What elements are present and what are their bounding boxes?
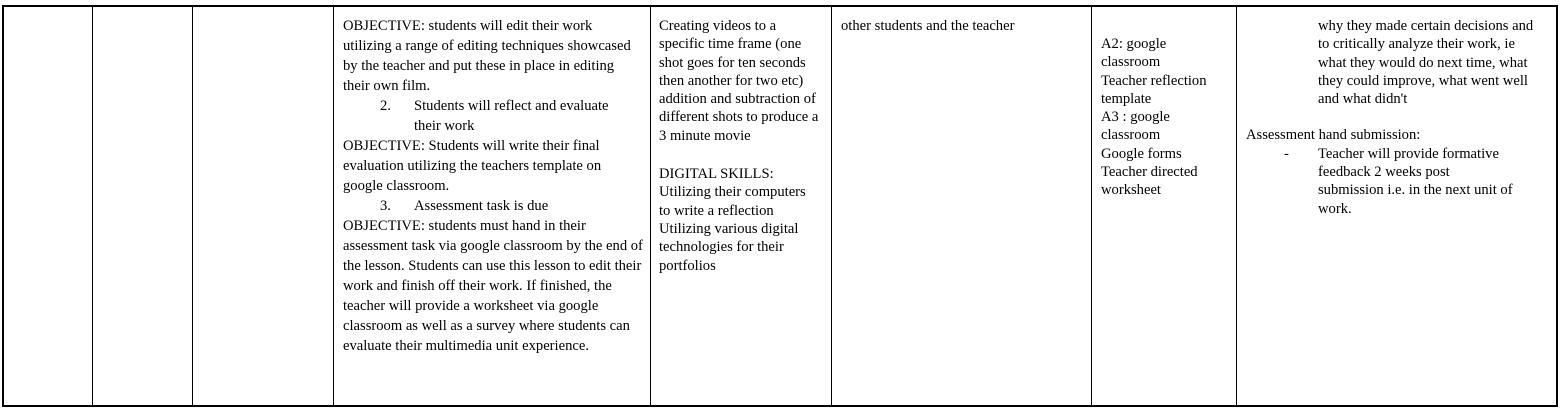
empty-cell-1 [4,7,92,405]
assessment-cell: why they made certain decisions and to c… [1246,17,1556,218]
objective-paragraph-3: OBJECTIVE: students must hand in their a… [343,218,643,354]
numbered-item-2: 2. Students will reflect and evaluate the… [343,96,643,136]
column-divider [650,7,651,405]
objective-paragraph-1: OBJECTIVE: students will edit their work… [343,18,631,94]
bullet-text: Teacher will provide formative feedback … [1318,145,1513,217]
column-divider [1236,7,1237,405]
item-number: 2. [380,98,391,114]
item-number: 3. [380,198,391,214]
objective-paragraph-2: OBJECTIVE: Students will write their fin… [343,138,602,194]
digital-skills-line: Utilizing their computers to write a ref… [659,184,806,219]
column-divider [333,7,334,405]
skills-cell: Creating videos to a specific time frame… [659,17,819,275]
resource-a2: A2: google classroom [1101,36,1167,71]
bullet-dash: - [1284,145,1289,162]
resource-a2-item: Teacher reflection template [1101,72,1207,107]
item-text: Assessment task is due [414,198,549,214]
resource-a3-item: Google forms [1101,145,1182,162]
resource-a3: A3 : google classroom [1101,109,1170,144]
column-divider [1091,7,1092,405]
empty-cell-3 [193,7,333,405]
numbered-item-3: 3. Assessment task is due [343,196,643,216]
assessment-heading: Assessment hand submission: [1246,127,1421,144]
bullet-item: - Teacher will provide formative feedback… [1246,145,1556,218]
interaction-text: other students and the teacher [841,18,1015,34]
lesson-plan-table: OBJECTIVE: students will edit their work… [2,5,1558,407]
resources-cell: A2: google classroom Teacher reflection … [1101,35,1229,200]
interaction-cell: other students and the teacher [841,17,1086,35]
column-divider [831,7,832,405]
skills-text: Creating videos to a specific time frame… [659,18,819,144]
digital-skills-heading: DIGITAL SKILLS: [659,166,774,183]
resource-a3-item: Teacher directed worksheet [1101,164,1198,199]
item-text: Students will reflect and evaluate their… [414,98,609,134]
assessment-continued-text: why they made certain decisions and to c… [1318,18,1534,108]
digital-skills-line: Utilizing various digital technologies f… [659,220,799,274]
objectives-cell: OBJECTIVE: students will edit their work… [343,16,643,356]
empty-cell-2 [93,7,192,405]
